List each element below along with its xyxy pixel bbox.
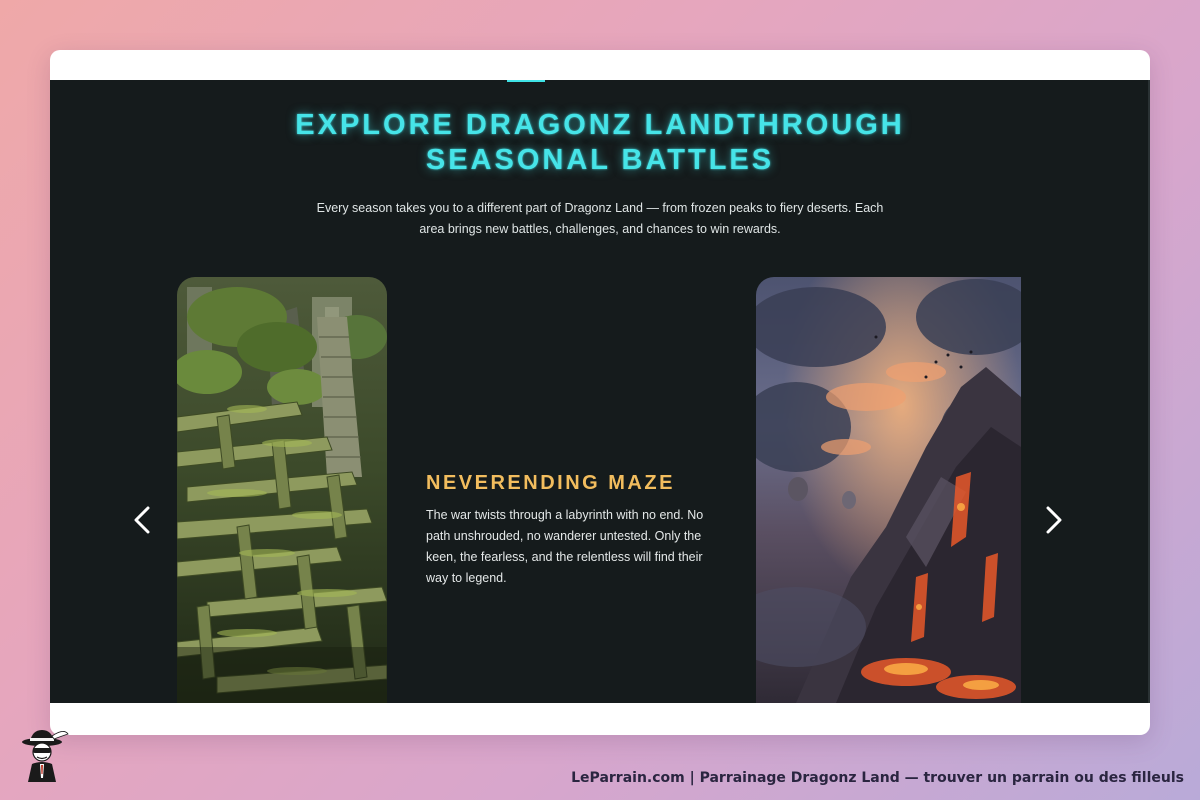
chevron-right-icon	[1046, 506, 1062, 534]
seasonal-battles-section: EXPLORE DRAGONZ LANDTHROUGH SEASONAL BAT…	[50, 80, 1150, 703]
overgrown-maze-image	[177, 277, 387, 703]
chevron-left-icon	[134, 506, 150, 534]
headline-line-1: EXPLORE DRAGONZ LANDTHROUGH	[295, 109, 905, 141]
browser-frame: EXPLORE DRAGONZ LANDTHROUGH SEASONAL BAT…	[50, 50, 1150, 735]
headline-line-2: SEASONAL BATTLES	[425, 144, 775, 176]
carousel-next-button[interactable]	[1038, 500, 1068, 540]
slide-description: The war twists through a labyrinth with …	[426, 508, 704, 585]
slide-title: NEVERENDING MAZE	[426, 472, 675, 494]
leparrain-logo	[18, 728, 70, 784]
section-subtitle: Every season takes you to a different pa…	[316, 201, 884, 236]
footer-caption: LeParrain.com | Parrainage Dragonz Land …	[571, 770, 1184, 786]
volcano-slide-image	[756, 277, 1021, 703]
leparrain-mascot-logo	[22, 730, 69, 782]
tab-accent-bar	[507, 80, 545, 82]
section-headline: EXPLORE DRAGONZ LANDTHROUGH SEASONAL BAT…	[50, 108, 1150, 178]
volcanic-mountain-image	[756, 277, 1021, 703]
maze-slide-image	[177, 277, 387, 703]
carousel-prev-button[interactable]	[128, 500, 158, 540]
